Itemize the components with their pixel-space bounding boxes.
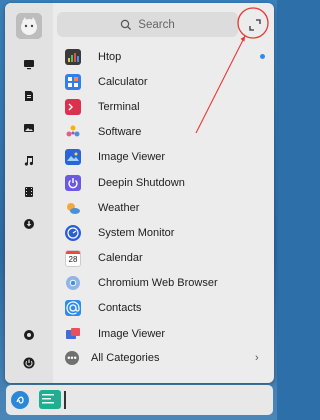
list-item[interactable]: Deepin Shutdown: [57, 170, 271, 195]
app-label: Contacts: [98, 302, 142, 315]
list-item[interactable]: Calculator: [57, 69, 271, 94]
app-launcher: Search Htop Calculator Terminal Software…: [5, 3, 274, 383]
image-viewer-icon: [65, 149, 81, 166]
image-viewer-icon: [65, 326, 81, 342]
terminal-icon: [65, 98, 81, 115]
active-indicator: [64, 391, 66, 409]
weather-icon: [65, 200, 81, 216]
fullscreen-toggle-button[interactable]: [245, 15, 265, 35]
all-categories-label: All Categories: [91, 352, 160, 364]
list-item[interactable]: Terminal: [57, 94, 271, 119]
app-label: Image Viewer: [98, 327, 166, 340]
list-item[interactable]: Chromium Web Browser: [57, 271, 271, 296]
document-icon[interactable]: [19, 86, 39, 106]
app-label: Htop: [98, 50, 122, 63]
download-icon[interactable]: [19, 214, 39, 234]
app-list: Htop Calculator Terminal Software Image …: [57, 44, 271, 346]
app-label: Deepin Shutdown: [98, 176, 185, 189]
launcher-sidebar: [5, 3, 53, 383]
list-item[interactable]: 28 Calendar: [57, 246, 271, 271]
list-item[interactable]: Htop: [57, 44, 271, 69]
calendar-icon: 28: [65, 249, 81, 267]
more-icon: •••: [65, 351, 79, 365]
search-placeholder: Search: [138, 18, 175, 31]
settings-icon[interactable]: [19, 325, 39, 345]
app-label: Software: [98, 126, 142, 139]
chevron-right-icon: ›: [255, 352, 259, 364]
list-item[interactable]: Weather: [57, 195, 271, 220]
picture-icon[interactable]: [19, 118, 39, 138]
app-label: Chromium Web Browser: [98, 277, 218, 290]
launcher-icon[interactable]: [11, 391, 29, 409]
new-app-indicator: [260, 54, 265, 60]
list-item[interactable]: Contacts: [57, 296, 271, 321]
list-item[interactable]: Image Viewer: [57, 321, 271, 346]
search-input[interactable]: Search: [57, 12, 238, 37]
search-icon: [121, 19, 132, 30]
shutdown-icon: [65, 174, 81, 191]
app-label: Image Viewer: [98, 151, 166, 164]
htop-icon: [65, 48, 81, 65]
all-categories-button[interactable]: ••• All Categories ›: [57, 347, 271, 369]
list-item[interactable]: System Monitor: [57, 220, 271, 245]
chromium-icon: [65, 275, 81, 291]
app-label: System Monitor: [98, 226, 175, 239]
app-label: Calendar: [98, 252, 143, 265]
dock: [6, 385, 273, 415]
desktop-icon[interactable]: [19, 54, 39, 74]
software-icon: [65, 124, 81, 140]
calculator-icon: [65, 73, 81, 90]
list-item[interactable]: Image Viewer: [57, 145, 271, 170]
list-item[interactable]: Software: [57, 120, 271, 145]
app-label: Terminal: [98, 100, 140, 113]
expand-icon: [249, 19, 261, 31]
power-icon[interactable]: [19, 353, 39, 373]
video-icon[interactable]: [19, 182, 39, 202]
music-icon[interactable]: [19, 150, 39, 170]
system-monitor-icon: [65, 224, 81, 241]
contacts-icon: [65, 300, 81, 317]
avatar[interactable]: [16, 13, 42, 39]
calendar-day: 28: [68, 254, 78, 264]
terminal-dock-icon[interactable]: [39, 390, 61, 409]
app-label: Weather: [98, 201, 140, 214]
app-label: Calculator: [98, 75, 148, 88]
